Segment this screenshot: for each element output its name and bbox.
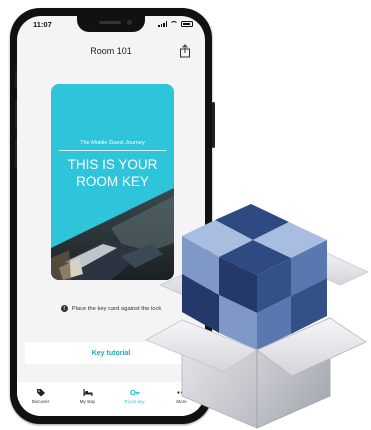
tag-icon [36,389,45,397]
power-button [212,102,215,148]
software-box-icon [145,204,369,429]
tab-label: My stay [79,399,96,404]
tab-discover[interactable]: Discover [21,382,61,416]
battery-icon [181,21,193,27]
key-icon [129,389,140,396]
card-subtitle: The Mobile Guest Journey [80,140,145,146]
bed-icon [83,389,92,396]
wifi-icon [170,21,178,27]
signal-icon [158,21,167,27]
info-icon: ! [60,305,68,312]
share-icon[interactable] [179,44,191,58]
tab-my-stay[interactable]: My stay [68,382,108,416]
card-divider [59,150,166,151]
status-bar: 11:07 [17,20,205,32]
status-icons [158,21,193,27]
tab-label: Discover [31,399,50,404]
page-title: Room 101 [90,46,132,56]
status-time: 11:07 [33,20,52,29]
card-headline: THIS IS YOUR ROOM KEY [51,156,174,190]
card-headline-line1: THIS IS YOUR [67,157,158,172]
app-header: Room 101 [17,44,205,60]
